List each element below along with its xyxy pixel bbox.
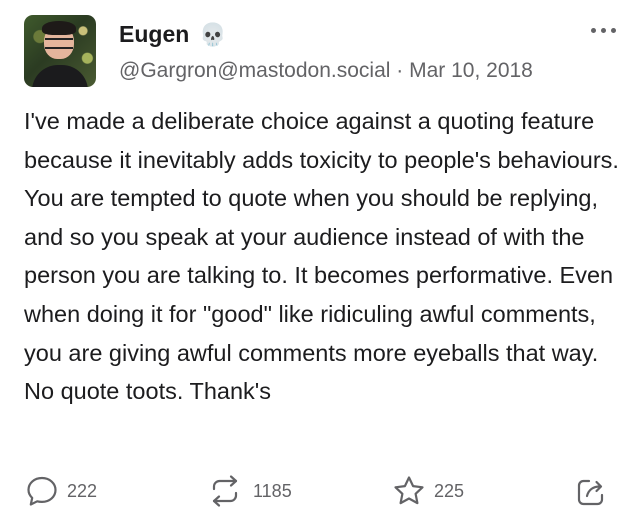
skull-emoji: 💀	[199, 21, 227, 47]
avatar-shoulders	[32, 65, 88, 87]
ellipsis-icon	[591, 28, 596, 33]
boost-count: 1185	[253, 480, 292, 501]
favourite-count: 225	[434, 480, 465, 501]
favourite-button[interactable]: 225	[392, 474, 464, 508]
reply-count: 222	[67, 480, 98, 501]
author-name[interactable]: Eugen	[119, 21, 189, 48]
speech-bubble-icon	[27, 476, 57, 506]
share-icon	[577, 479, 604, 506]
action-bar: 222 1185 225	[0, 474, 640, 510]
post-content: I've made a deliberate choice against a …	[24, 108, 619, 405]
author-handle[interactable]: @Gargron@mastodon.social	[119, 59, 390, 82]
separator-dot: ·	[396, 59, 404, 82]
handle-date-line: @Gargron@mastodon.social · Mar 10, 2018	[119, 59, 533, 83]
ellipsis-icon	[601, 28, 606, 33]
more-options-button[interactable]	[591, 28, 616, 33]
avatar-hair	[42, 21, 76, 35]
star-icon	[394, 476, 424, 505]
share-button[interactable]	[575, 474, 609, 508]
repeat-icon	[212, 475, 238, 507]
reply-button[interactable]: 222	[25, 474, 97, 508]
post-date[interactable]: Mar 10, 2018	[409, 59, 533, 82]
ellipsis-icon	[611, 28, 616, 33]
author-name-row[interactable]: Eugen 💀	[119, 21, 227, 48]
avatar-glasses	[45, 38, 73, 49]
boost-button[interactable]: 1185	[205, 474, 292, 508]
avatar[interactable]	[24, 15, 96, 87]
